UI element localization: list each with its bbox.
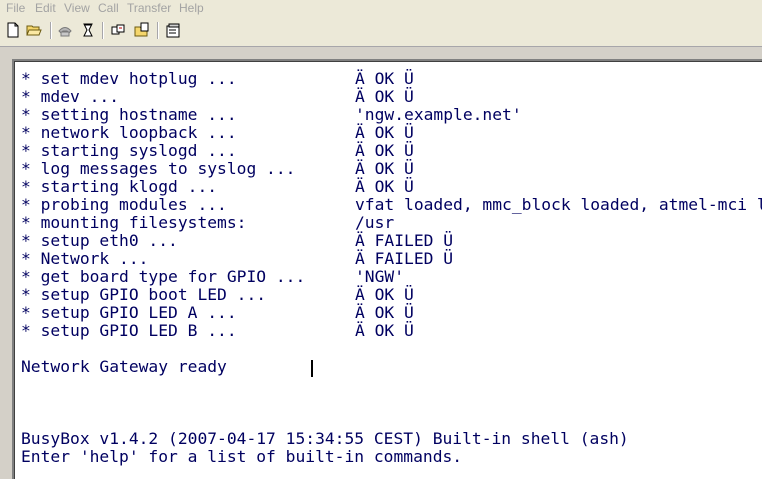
boot-line: * probing modules ... vfat loaded, mmc_bl… — [21, 195, 762, 214]
boot-line: * mounting filesystems: /usr — [21, 214, 761, 232]
boot-line-status: 'ngw.example.net' — [355, 105, 522, 124]
boot-line-status: Ä OK Ü — [355, 141, 414, 160]
toolbar-separator — [50, 22, 52, 39]
boot-line-status: /usr — [355, 213, 395, 232]
menu-file[interactable]: File — [6, 1, 25, 15]
boot-line-status: 'NGW' — [355, 267, 405, 286]
boot-line: * Network ... Ä FAILED Ü — [21, 250, 761, 268]
boot-line: * starting syslogd ... Ä OK Ü — [21, 142, 761, 160]
boot-line-status: Ä FAILED Ü — [355, 231, 454, 250]
toolbar-separator — [102, 22, 104, 39]
boot-line-status: Ä OK Ü — [355, 69, 414, 88]
boot-line-label: * get board type for GPIO ... — [21, 267, 306, 286]
menu-help[interactable]: Help — [179, 1, 204, 15]
boot-line: * network loopback ... Ä OK Ü — [21, 124, 761, 142]
menu-view[interactable]: View — [64, 1, 90, 15]
boot-line: * get board type for GPIO ... 'NGW' — [21, 268, 761, 286]
settings-icon[interactable] — [165, 22, 181, 38]
boot-line-status: Ä OK Ü — [355, 285, 414, 304]
boot-line-label: * starting syslogd ... — [21, 141, 237, 160]
boot-line-label: * setup eth0 ... — [21, 231, 178, 250]
boot-line-label: * mdev ... — [21, 87, 120, 106]
boot-line-status: Ä OK Ü — [355, 87, 414, 106]
boot-line-status: Ä FAILED Ü — [355, 249, 454, 268]
boot-line: * set mdev hotplug ... Ä OK Ü — [21, 70, 761, 88]
boot-line-label: * starting klogd ... — [21, 177, 218, 196]
boot-line-label: * setup GPIO boot LED ... — [21, 285, 267, 304]
toolbar-separator — [157, 22, 159, 39]
ready-line: Network Gateway ready — [21, 357, 227, 376]
boot-line: * starting klogd ... Ä OK Ü — [21, 178, 761, 196]
boot-line-status: Ä OK Ü — [355, 321, 414, 340]
menu-bar: File Edit View Call Transfer Help — [0, 0, 762, 17]
boot-line: * mdev ... Ä OK Ü — [21, 88, 761, 106]
boot-line: * setup GPIO LED A ... Ä OK Ü — [21, 304, 761, 322]
boot-line: * log messages to syslog ... Ä OK Ü — [21, 160, 761, 178]
boot-line: * setting hostname ... 'ngw.example.net' — [21, 106, 761, 124]
busybox-line: BusyBox v1.4.2 (2007-04-17 15:34:55 CEST… — [21, 429, 629, 448]
boot-line-status: vfat loaded, mmc_block loaded, atmel-mci… — [355, 195, 762, 214]
properties-icon[interactable] — [110, 22, 126, 38]
boot-line-label: * mounting filesystems: — [21, 213, 247, 232]
boot-line-label: * network loopback ... — [21, 123, 237, 142]
boot-line-status: Ä OK Ü — [355, 177, 414, 196]
boot-line-label: * setup GPIO LED A ... — [21, 303, 237, 322]
boot-line: * setup eth0 ... Ä FAILED Ü — [21, 232, 761, 250]
boot-line-label: * set mdev hotplug ... — [21, 69, 237, 88]
boot-line: * setup GPIO LED B ... Ä OK Ü — [21, 322, 761, 340]
phone-icon[interactable] — [57, 22, 73, 38]
boot-line-label: * setup GPIO LED B ... — [21, 321, 237, 340]
menu-transfer[interactable]: Transfer — [127, 1, 171, 15]
boot-line: * setup GPIO boot LED ... Ä OK Ü — [21, 286, 761, 304]
terminal-content: * set mdev hotplug ... Ä OK Ü * mdev ... Ä … — [14, 61, 762, 479]
hang-up-icon[interactable] — [80, 22, 96, 38]
new-document-icon[interactable] — [5, 22, 21, 38]
text-cursor — [311, 360, 313, 377]
boot-line-label: * probing modules ... — [21, 195, 227, 214]
boot-line-status: Ä OK Ü — [355, 123, 414, 142]
terminal-window[interactable]: * set mdev hotplug ... Ä OK Ü * mdev ... Ä … — [12, 59, 762, 479]
boot-line-status: Ä OK Ü — [355, 303, 414, 322]
menu-call[interactable]: Call — [98, 1, 119, 15]
boot-line-label: * Network ... — [21, 249, 149, 268]
menu-edit[interactable]: Edit — [35, 1, 56, 15]
boot-line-label: * setting hostname ... — [21, 105, 237, 124]
send-icon[interactable] — [134, 22, 150, 38]
boot-line-label: * log messages to syslog ... — [21, 159, 296, 178]
boot-line-status: Ä OK Ü — [355, 159, 414, 178]
open-folder-icon[interactable] — [26, 22, 42, 38]
help-line: Enter 'help' for a list of built-in comm… — [21, 447, 463, 466]
